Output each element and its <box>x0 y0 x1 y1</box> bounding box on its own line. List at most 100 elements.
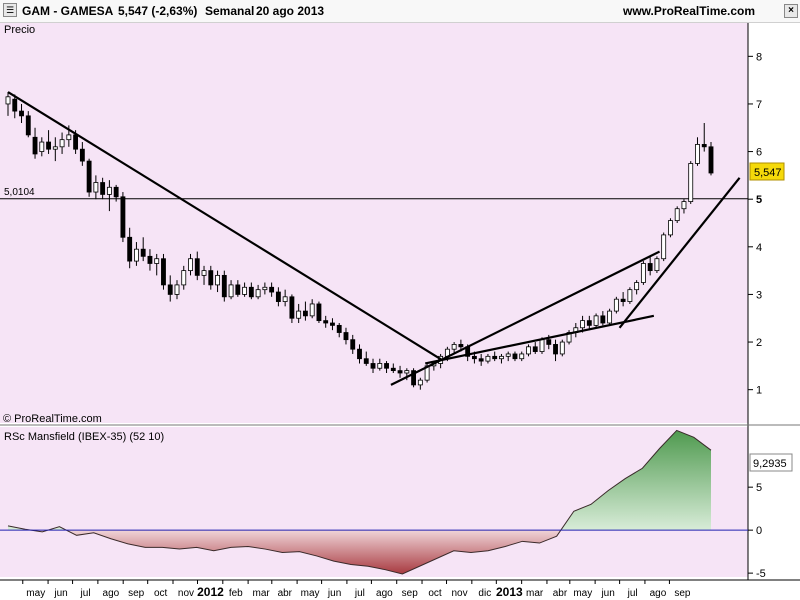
price-y-tick-label: 8 <box>756 51 762 63</box>
rs-y-tick-label: 5 <box>756 482 762 494</box>
candle-body <box>417 379 423 386</box>
candle-body <box>471 355 477 360</box>
price-y-tick-label: 1 <box>756 385 762 397</box>
candle-body <box>499 355 504 360</box>
x-tick-label: nov <box>451 588 467 599</box>
x-tick-label: 2013 <box>496 585 523 599</box>
x-tick-label: feb <box>229 588 243 599</box>
price-candle <box>593 313 599 328</box>
candle-body <box>384 363 389 369</box>
candle-body <box>309 303 315 317</box>
candle-body <box>100 182 106 195</box>
candle-body <box>613 298 619 312</box>
candle-body <box>485 355 491 362</box>
candle-body <box>370 363 376 369</box>
price-candle <box>654 256 660 273</box>
candle-body <box>343 332 349 341</box>
candle-body <box>32 136 38 155</box>
candle-body <box>404 370 410 374</box>
candle-body <box>512 353 518 360</box>
candle-body <box>46 141 51 150</box>
candle-body <box>620 298 626 302</box>
candle-body <box>647 263 653 272</box>
candle-body <box>167 284 173 295</box>
candle-body <box>255 289 261 298</box>
candle-body <box>5 96 11 105</box>
candle-body <box>363 358 369 364</box>
candle-body <box>593 315 599 326</box>
chart-canvas: 12345678-505may jun jul ago sep oct nov 2012 feb… <box>0 23 800 599</box>
candle-body <box>607 310 613 324</box>
candle-body <box>275 291 281 302</box>
x-tick-label: jul <box>627 588 638 599</box>
price-y-tick-label: 2 <box>756 337 762 349</box>
candle-body <box>39 141 45 152</box>
candle-body <box>627 289 633 302</box>
candle-body <box>161 258 166 286</box>
candle-body <box>350 339 356 350</box>
candle-body <box>147 255 153 264</box>
candle-body <box>86 160 92 193</box>
candle-body <box>654 258 660 272</box>
candle-body <box>390 367 396 372</box>
candle-body <box>134 248 139 262</box>
candle-body <box>79 148 85 162</box>
x-tick-label: oct <box>428 588 442 599</box>
candle-body <box>661 234 667 260</box>
candle-body <box>113 186 119 198</box>
candle-body <box>174 284 180 295</box>
candle-body <box>458 344 464 348</box>
x-tick-label: sep <box>128 588 145 599</box>
candle-body <box>553 344 558 355</box>
price-candle <box>559 339 565 357</box>
candle-body <box>235 284 241 295</box>
candle-body <box>526 346 531 355</box>
rs-value-label: 9,2935 <box>753 458 787 470</box>
candle-body <box>539 339 545 352</box>
candle-body <box>25 115 31 136</box>
candle-body <box>451 344 457 350</box>
x-tick-label: oct <box>154 588 168 599</box>
candle-body <box>12 98 18 112</box>
x-tick-label: jul <box>354 588 365 599</box>
candle-body <box>120 196 126 238</box>
candle-body <box>181 270 187 286</box>
watermark: © ProRealTime.com <box>3 413 102 425</box>
x-tick-label: jun <box>600 588 614 599</box>
price-y-tick-label: 4 <box>756 242 762 254</box>
price-y-tick-label: 3 <box>756 289 762 301</box>
candle-body <box>708 146 714 174</box>
price-candle <box>120 192 126 243</box>
candle-body <box>269 286 275 293</box>
candle-body <box>695 144 700 164</box>
candle-body <box>73 134 79 150</box>
candle-body <box>478 358 484 362</box>
candle-body <box>701 144 707 148</box>
x-tick-label: ago <box>650 588 667 599</box>
candle-body <box>586 320 592 326</box>
candle-body <box>336 324 342 333</box>
price-panel-bg <box>0 23 748 423</box>
candle-body <box>188 258 193 272</box>
x-tick-label: mar <box>526 588 544 599</box>
candle-body <box>296 310 302 319</box>
price-candle <box>640 261 646 285</box>
candle-body <box>248 286 254 298</box>
candle-body <box>127 236 133 262</box>
candle-body <box>262 286 268 291</box>
candle-body <box>316 303 322 322</box>
rs-y-tick-label: -5 <box>756 568 766 580</box>
x-tick-label: ago <box>103 588 120 599</box>
candle-body <box>66 134 72 141</box>
x-tick-label: abr <box>278 588 293 599</box>
candle-body <box>154 258 160 264</box>
price-candle <box>674 206 680 223</box>
candle-body <box>559 341 565 355</box>
x-tick-label: may <box>301 588 320 599</box>
x-tick-label: may <box>573 588 592 599</box>
candle-body <box>52 146 58 150</box>
candle-body <box>140 248 146 257</box>
candle-body <box>519 353 525 360</box>
candle-body <box>215 274 220 286</box>
price-y-tick-label: 7 <box>756 99 762 111</box>
